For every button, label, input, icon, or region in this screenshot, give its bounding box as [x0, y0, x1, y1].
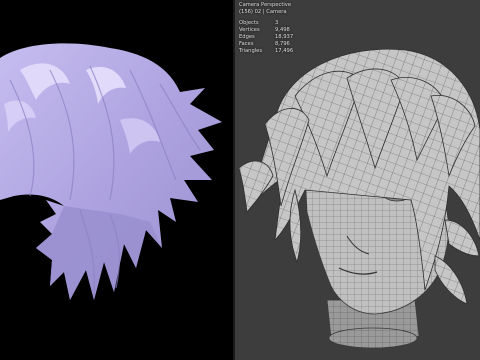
- rendered-hair-view: [0, 43, 222, 300]
- viewport-subheader: (156) 02 | Camera: [239, 9, 287, 15]
- stat-label: Objects: [239, 20, 259, 26]
- neck-base: [328, 327, 418, 349]
- stat-value: 8,796: [275, 41, 290, 47]
- split-viewport: Camera Perspective (156) 02 | Camera Obj…: [0, 0, 480, 360]
- stat-value: 18,937: [275, 34, 294, 40]
- modeling-viewport[interactable]: Camera Perspective (156) 02 | Camera Obj…: [235, 0, 480, 360]
- stat-label: Faces: [239, 41, 254, 47]
- stat-value: 9,498: [275, 27, 290, 33]
- stat-label: Vertices: [239, 27, 260, 33]
- viewport-overlay: Camera Perspective (156) 02 | Camera Obj…: [239, 2, 293, 55]
- stat-row: Objects 3: [239, 20, 293, 27]
- stat-label: Triangles: [239, 48, 263, 54]
- viewport-header: Camera Perspective: [239, 2, 292, 8]
- stat-label: Edges: [239, 34, 255, 40]
- render-viewport[interactable]: [0, 0, 233, 360]
- stat-row: Triangles 17,496: [239, 48, 293, 55]
- stat-row: Faces 8,796: [239, 41, 293, 48]
- stat-row: Edges 18,937: [239, 34, 293, 41]
- stat-value: 3: [275, 20, 279, 26]
- stat-row: Vertices 9,498: [239, 27, 293, 34]
- stat-value: 17,496: [275, 48, 294, 54]
